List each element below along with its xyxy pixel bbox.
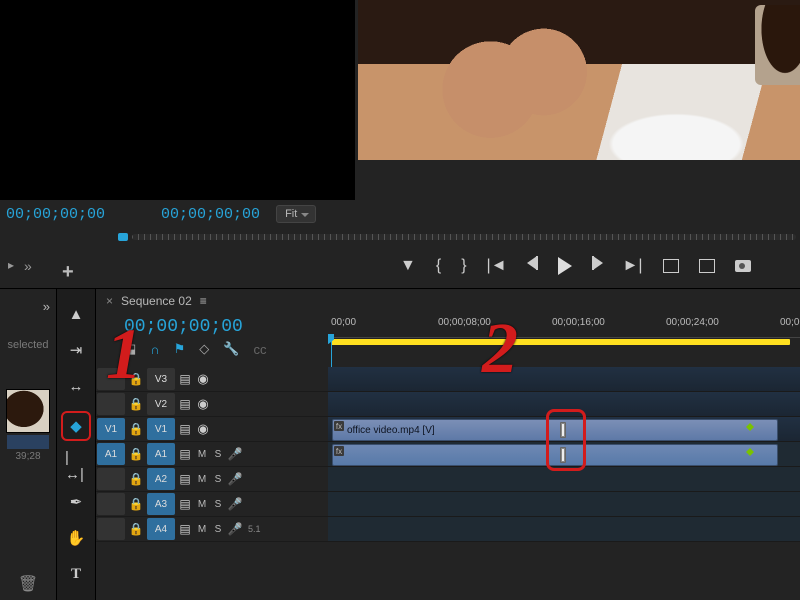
voiceover-icon[interactable]: 🎤	[226, 472, 244, 486]
mark-out-button[interactable]: }	[461, 257, 466, 275]
sequence-tab-menu[interactable]: ≡	[200, 294, 208, 308]
lock-icon[interactable]: 🔒	[126, 422, 146, 436]
annotation-number-1: 1	[106, 313, 142, 396]
lock-icon[interactable]: 🔒	[126, 522, 146, 536]
annotation-box-2	[546, 409, 586, 471]
source-monitor-black	[0, 0, 355, 200]
sync-lock-icon[interactable]: ▤	[176, 522, 194, 536]
ruler-tick: 00;00;32;	[780, 317, 800, 328]
mute-button[interactable]: M	[194, 524, 210, 535]
track-target-a3[interactable]: A3	[147, 493, 175, 515]
lock-icon[interactable]: 🔒	[126, 447, 146, 461]
timeline-ruler[interactable]: 00;00 00;00;08;00 00;00;16;00 00;00;24;0…	[328, 313, 800, 338]
track-lane-v3[interactable]	[328, 367, 800, 392]
track-target-a4[interactable]: A4	[147, 518, 175, 540]
ruler-tick: 00;00;16;00	[552, 317, 605, 328]
source-patch-a1[interactable]: A1	[97, 443, 125, 465]
lock-icon[interactable]: 🔒	[126, 497, 146, 511]
monitor-playhead[interactable]	[118, 233, 128, 241]
lock-icon[interactable]: 🔒	[126, 397, 146, 411]
sync-lock-icon[interactable]: ▤	[176, 472, 194, 486]
mute-button[interactable]: M	[194, 474, 210, 485]
project-panel-collapse[interactable]: »	[43, 299, 50, 314]
channel-format: 5.1	[248, 524, 261, 534]
fx-badge-icon[interactable]: fx	[334, 421, 344, 431]
slip-tool[interactable]: |↔|	[65, 455, 87, 477]
voiceover-icon[interactable]: 🎤	[226, 497, 244, 511]
track-lane-a4[interactable]	[328, 517, 800, 542]
voiceover-icon[interactable]: 🎤	[226, 522, 244, 536]
fx-badge-icon[interactable]: fx	[334, 446, 344, 456]
mute-button[interactable]: M	[194, 499, 210, 510]
project-clip-strip[interactable]	[7, 435, 49, 449]
snap-icon[interactable]: ∩	[150, 342, 159, 357]
caption-icon[interactable]: cc	[253, 342, 266, 357]
add-marker-button[interactable]: ▼	[400, 257, 416, 275]
solo-button[interactable]: S	[210, 449, 226, 460]
tool-palette: ▲ ⇥ ↔ ◆ |↔| ✒ ✋ T	[56, 289, 96, 600]
mute-button[interactable]: M	[194, 449, 210, 460]
extract-button[interactable]	[699, 259, 715, 273]
sync-lock-icon[interactable]: ▤	[176, 447, 194, 461]
sequence-tab-close[interactable]: ×	[106, 294, 113, 308]
program-monitor-video-cup	[755, 5, 800, 85]
work-area-bar[interactable]	[331, 339, 790, 345]
project-clip-thumbnail[interactable]	[6, 389, 50, 433]
project-selection-label: selected	[8, 339, 49, 351]
source-timecode[interactable]: 00;00;00;00	[6, 206, 105, 223]
go-to-in-button[interactable]: |◄	[487, 257, 507, 275]
mark-in-button[interactable]: {	[436, 257, 441, 275]
track-select-tool[interactable]: ⇥	[65, 339, 87, 361]
program-timecode[interactable]: 00;00;00;00	[161, 206, 260, 223]
clip-label: office video.mp4 [V]	[347, 425, 435, 436]
project-clip-duration: 39;28	[15, 451, 40, 462]
step-back-button[interactable]	[527, 256, 538, 275]
lock-icon[interactable]: 🔒	[126, 472, 146, 486]
source-panel-chevron[interactable]: »	[24, 258, 32, 280]
razor-tool[interactable]: ◆	[65, 415, 87, 437]
sequence-tab-name[interactable]: Sequence 02	[121, 294, 192, 308]
track-target-v3[interactable]: V3	[147, 368, 175, 390]
toggle-output-icon[interactable]: ◉	[194, 371, 212, 387]
sync-lock-icon[interactable]: ▤	[176, 397, 194, 411]
linked-selection-icon[interactable]: ⚑	[174, 341, 186, 357]
track-target-v1[interactable]: V1	[147, 418, 175, 440]
export-frame-button[interactable]	[735, 260, 751, 272]
program-monitor-video	[358, 0, 800, 160]
lift-button[interactable]	[663, 259, 679, 273]
selection-tool[interactable]: ▲	[65, 303, 87, 325]
sync-lock-icon[interactable]: ▤	[176, 497, 194, 511]
track-lane-a3[interactable]	[328, 492, 800, 517]
track-target-a1[interactable]: A1	[147, 443, 175, 465]
source-marker-icon[interactable]: ▸	[8, 258, 14, 280]
ripple-edit-tool[interactable]: ↔	[65, 375, 87, 397]
toggle-output-icon[interactable]: ◉	[194, 396, 212, 412]
step-forward-button[interactable]	[592, 256, 603, 275]
solo-button[interactable]: S	[210, 499, 226, 510]
sync-lock-icon[interactable]: ▤	[176, 422, 194, 436]
add-panel-button[interactable]: +	[62, 262, 74, 282]
type-tool[interactable]: T	[65, 563, 87, 585]
zoom-fit-dropdown[interactable]: Fit	[276, 205, 316, 223]
track-target-a2[interactable]: A2	[147, 468, 175, 490]
go-to-out-button[interactable]: ►|	[623, 257, 643, 275]
marker-add-icon[interactable]: ◇	[199, 341, 209, 357]
sync-lock-icon[interactable]: ▤	[176, 372, 194, 386]
ruler-tick: 00;00;24;00	[666, 317, 719, 328]
solo-button[interactable]: S	[210, 524, 226, 535]
monitor-time-ruler[interactable]	[132, 234, 796, 240]
ruler-tick: 00;00	[331, 317, 356, 328]
toggle-output-icon[interactable]: ◉	[194, 421, 212, 437]
trash-icon[interactable]: 🗑	[18, 574, 38, 594]
track-target-v2[interactable]: V2	[147, 393, 175, 415]
settings-wrench-icon[interactable]: 🔧	[223, 341, 239, 357]
annotation-number-2: 2	[482, 307, 518, 390]
solo-button[interactable]: S	[210, 474, 226, 485]
source-patch-v1[interactable]: V1	[97, 418, 125, 440]
pen-tool[interactable]: ✒	[65, 491, 87, 513]
hand-tool[interactable]: ✋	[65, 527, 87, 549]
voiceover-icon[interactable]: 🎤	[226, 447, 244, 461]
play-button[interactable]	[558, 257, 572, 275]
